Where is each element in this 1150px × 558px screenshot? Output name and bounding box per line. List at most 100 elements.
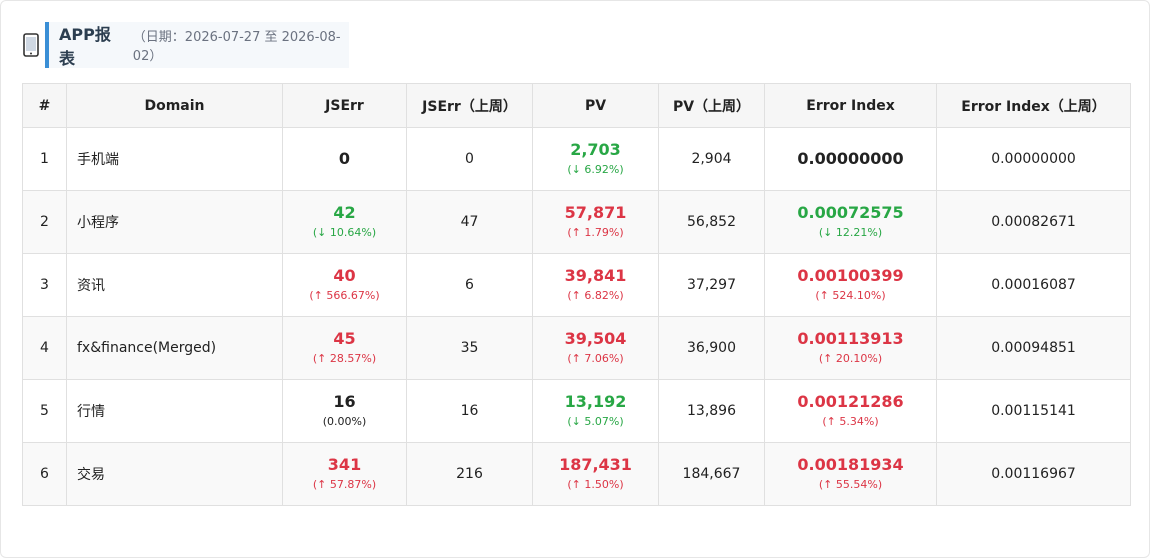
jserr-cell: 42 (↓ 10.64%) <box>282 190 407 254</box>
pv-prev-cell: 184,667 <box>658 442 765 506</box>
pv-value: 39,504 <box>564 329 627 348</box>
row-index-cell: 3 <box>22 253 67 317</box>
pv-value: 187,431 <box>559 455 632 474</box>
jserr-value: 45 <box>333 329 356 348</box>
jserr-cell: 341 (↑ 57.87%) <box>282 442 407 506</box>
pv-value: 57,871 <box>564 203 627 222</box>
error-index-change: (↑ 524.10%) <box>815 289 886 302</box>
row-index-cell: 5 <box>22 379 67 443</box>
error-index-change: (↑ 55.54%) <box>818 478 883 491</box>
jserr-value: 40 <box>333 266 356 285</box>
jserr-cell: 16 (0.00%) <box>282 379 407 443</box>
domain-cell: 交易 <box>66 442 283 506</box>
jserr-change: (↑ 28.57%) <box>312 352 377 365</box>
column-header[interactable]: PV（上周） <box>658 83 765 128</box>
jserr-change: (↑ 57.87%) <box>312 478 377 491</box>
table-row[interactable]: 6 交易 341 (↑ 57.87%) 216 187,431 (↑ 1.50%) 184,6… <box>22 442 1131 506</box>
pv-value: 2,703 <box>570 140 621 159</box>
report-table: # Domain JSErr JSErr（上周） PV PV（上周） Error Index… <box>22 83 1131 506</box>
error-index-cell: 0.00113913 (↑ 20.10%) <box>764 316 937 380</box>
jserr-cell: 0 <box>282 127 407 191</box>
table-row[interactable]: 1 手机端 0 0 2,703 (↓ 6.92%) 2,904 0.00000000 0.000… <box>22 127 1131 191</box>
error-index-prev-cell: 0.00082671 <box>936 190 1131 254</box>
domain-cell: 小程序 <box>66 190 283 254</box>
pv-change: (↑ 1.50%) <box>567 478 624 491</box>
jserr-cell: 45 (↑ 28.57%) <box>282 316 407 380</box>
jserr-change: (0.00%) <box>322 415 367 428</box>
title-box: APP报表 （日期：2026-07-27 至 2026-08-02） <box>45 22 349 68</box>
table-row[interactable]: 2 小程序 42 (↓ 10.64%) 47 57,871 (↑ 1.79%) 56,852 0… <box>22 190 1131 254</box>
jserr-prev-cell: 16 <box>406 379 533 443</box>
error-index-value: 0.00113913 <box>797 329 904 348</box>
pv-cell: 2,703 (↓ 6.92%) <box>532 127 659 191</box>
header-row: # Domain JSErr JSErr（上周） PV PV（上周） Error Index… <box>22 83 1131 128</box>
jserr-prev-cell: 216 <box>406 442 533 506</box>
mobile-phone-icon <box>21 32 41 58</box>
error-index-value: 0.00121286 <box>797 392 904 411</box>
jserr-cell: 40 (↑ 566.67%) <box>282 253 407 317</box>
pv-cell: 39,841 (↑ 6.82%) <box>532 253 659 317</box>
jserr-prev-cell: 47 <box>406 190 533 254</box>
table-row[interactable]: 5 行情 16 (0.00%) 16 13,192 (↓ 5.07%) 13,896 0.001… <box>22 379 1131 443</box>
pv-cell: 57,871 (↑ 1.79%) <box>532 190 659 254</box>
error-index-value: 0.00181934 <box>797 455 904 474</box>
error-index-cell: 0.00100399 (↑ 524.10%) <box>764 253 937 317</box>
column-header[interactable]: JSErr <box>282 83 407 128</box>
table-body: 1 手机端 0 0 2,703 (↓ 6.92%) 2,904 0.00000000 0.000… <box>22 127 1131 506</box>
pv-change: (↑ 7.06%) <box>567 352 624 365</box>
pv-cell: 187,431 (↑ 1.50%) <box>532 442 659 506</box>
error-index-prev-cell: 0.00094851 <box>936 316 1131 380</box>
error-index-cell: 0.00181934 (↑ 55.54%) <box>764 442 937 506</box>
jserr-value: 341 <box>327 455 362 474</box>
column-header[interactable]: Error Index（上周） <box>936 83 1131 128</box>
row-index-cell: 1 <box>22 127 67 191</box>
pv-change: (↑ 1.79%) <box>567 226 624 239</box>
jserr-value: 0 <box>338 149 351 168</box>
error-index-change: (↑ 20.10%) <box>818 352 883 365</box>
date-range: （日期：2026-07-27 至 2026-08-02） <box>132 30 341 64</box>
jserr-value: 42 <box>333 203 356 222</box>
error-index-cell: 0.00121286 (↑ 5.34%) <box>764 379 937 443</box>
jserr-prev-cell: 6 <box>406 253 533 317</box>
report-card: APP报表 （日期：2026-07-27 至 2026-08-02） # Doma… <box>0 0 1150 558</box>
error-index-prev-cell: 0.00000000 <box>936 127 1131 191</box>
domain-cell: 行情 <box>66 379 283 443</box>
domain-cell: fx&finance(Merged) <box>66 316 283 380</box>
pv-prev-cell: 36,900 <box>658 316 765 380</box>
error-index-change: (↓ 12.21%) <box>818 226 883 239</box>
pv-value: 13,192 <box>564 392 627 411</box>
table-row[interactable]: 4 fx&finance(Merged) 45 (↑ 28.57%) 35 39,504 (… <box>22 316 1131 380</box>
domain-cell: 手机端 <box>66 127 283 191</box>
jserr-change: (↑ 566.67%) <box>309 289 380 302</box>
error-index-prev-cell: 0.00115141 <box>936 379 1131 443</box>
pv-change: (↓ 5.07%) <box>567 415 624 428</box>
jserr-value: 16 <box>333 392 356 411</box>
error-index-value: 0.00100399 <box>797 266 904 285</box>
row-index-cell: 4 <box>22 316 67 380</box>
pv-change: (↓ 6.92%) <box>567 163 624 176</box>
column-header[interactable]: Error Index <box>764 83 937 128</box>
pv-prev-cell: 37,297 <box>658 253 765 317</box>
jserr-change: (↓ 10.64%) <box>312 226 377 239</box>
jserr-prev-cell: 0 <box>406 127 533 191</box>
pv-cell: 13,192 (↓ 5.07%) <box>532 379 659 443</box>
report-header: APP报表 （日期：2026-07-27 至 2026-08-02） <box>21 21 349 69</box>
domain-cell: 资讯 <box>66 253 283 317</box>
row-index-cell: 2 <box>22 190 67 254</box>
jserr-prev-cell: 35 <box>406 316 533 380</box>
pv-cell: 39,504 (↑ 7.06%) <box>532 316 659 380</box>
pv-change: (↑ 6.82%) <box>567 289 624 302</box>
page-title: APP报表 <box>59 25 111 68</box>
row-index-cell: 6 <box>22 442 67 506</box>
error-index-change: (↑ 5.34%) <box>822 415 879 428</box>
error-index-value: 0.00072575 <box>797 203 904 222</box>
pv-prev-cell: 56,852 <box>658 190 765 254</box>
column-header[interactable]: # <box>22 83 67 128</box>
column-header[interactable]: Domain <box>66 83 283 128</box>
table-row[interactable]: 3 资讯 40 (↑ 566.67%) 6 39,841 (↑ 6.82%) 37,297 0.… <box>22 253 1131 317</box>
error-index-cell: 0.00072575 (↓ 12.21%) <box>764 190 937 254</box>
column-header[interactable]: PV <box>532 83 659 128</box>
pv-prev-cell: 13,896 <box>658 379 765 443</box>
error-index-prev-cell: 0.00116967 <box>936 442 1131 506</box>
column-header[interactable]: JSErr（上周） <box>406 83 533 128</box>
